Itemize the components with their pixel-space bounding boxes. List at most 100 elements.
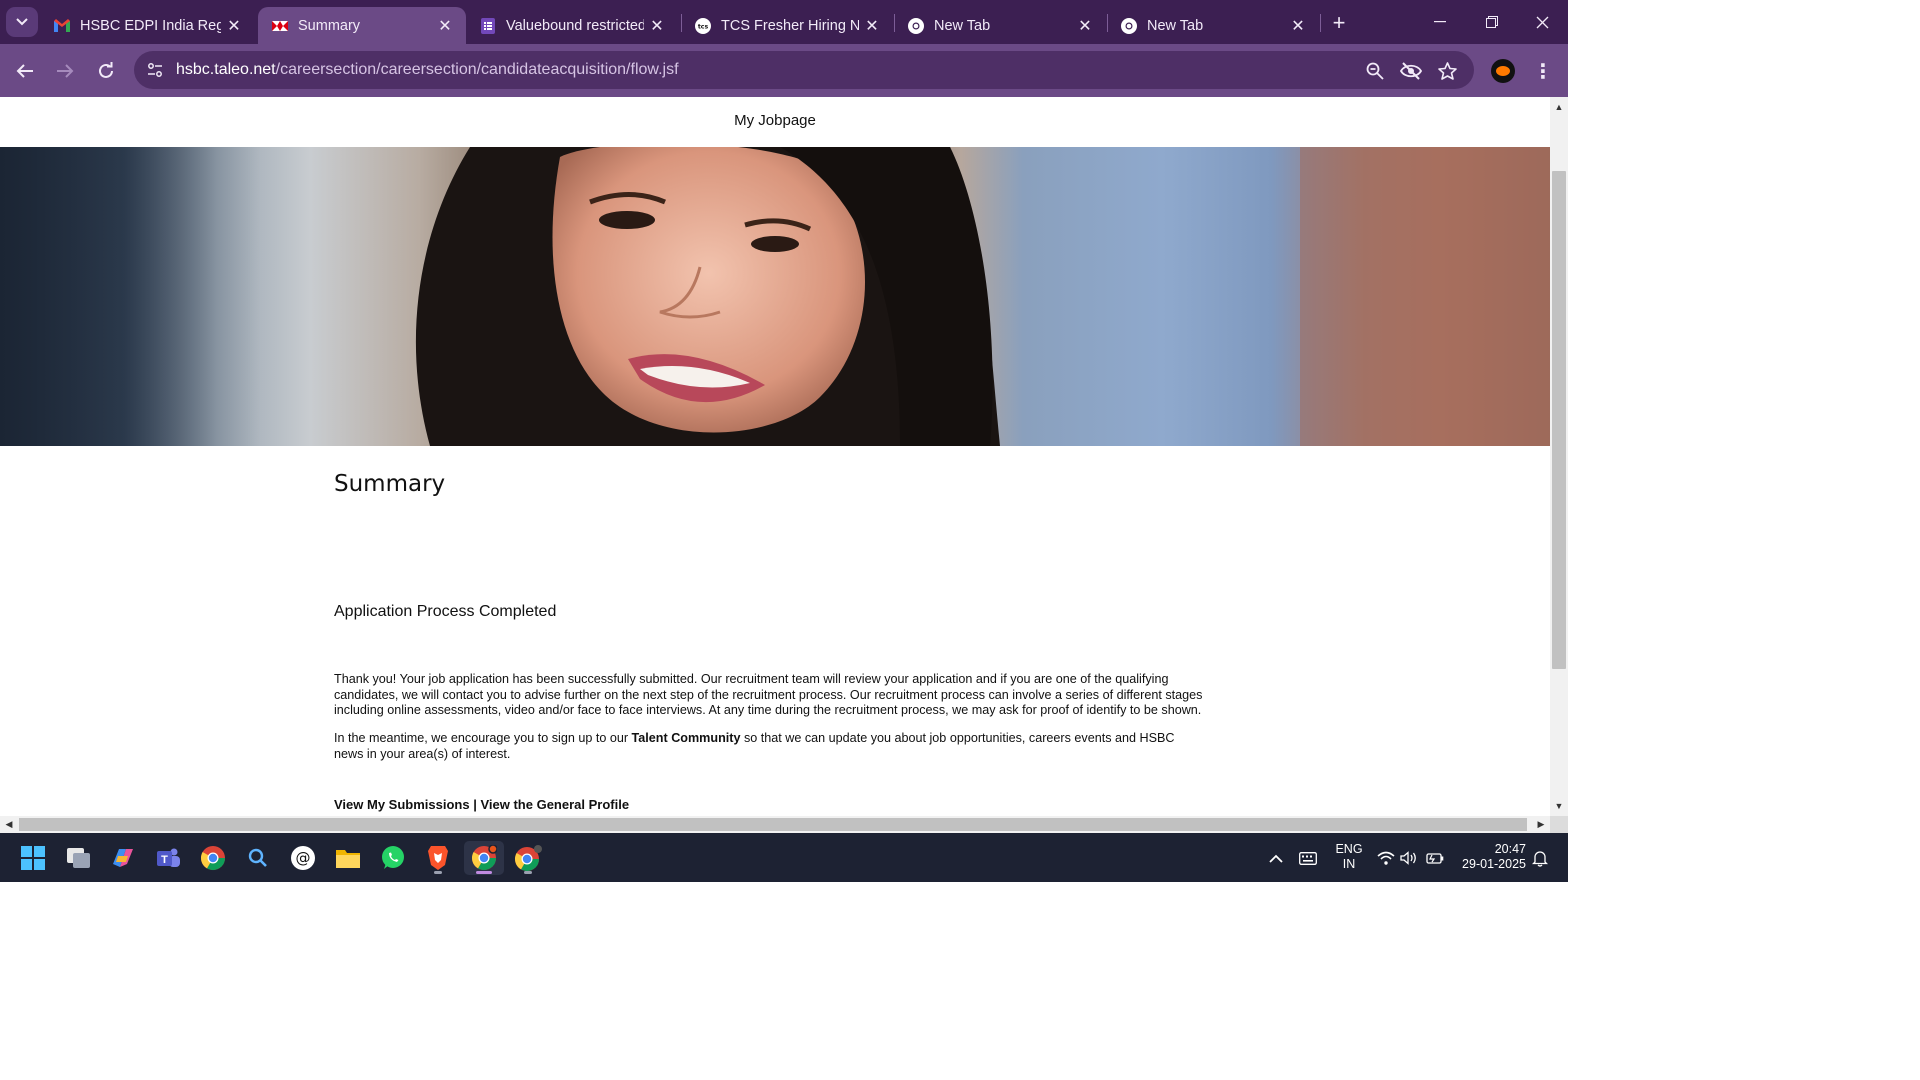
keyboard-icon[interactable] (1298, 848, 1318, 868)
tab-tcs[interactable]: tcs TCS Fresher Hiring NQ ✕ (681, 7, 893, 44)
view-my-submissions-link[interactable]: View My Submissions (334, 797, 470, 812)
tab-title: Valuebound restricted (506, 17, 644, 34)
windows-taskbar: T @ ENG IN 20:47 29-01-2025 (0, 833, 1568, 882)
confirmation-paragraph: Thank you! Your job application has been… (334, 672, 1203, 718)
menu-kebab-icon[interactable]: ⋮ (1533, 58, 1553, 84)
view-general-profile-link[interactable]: View the General Profile (480, 797, 629, 812)
search-icon[interactable] (241, 841, 275, 875)
talent-community-link[interactable]: Talent Community (632, 731, 741, 745)
tab-title: New Tab (1147, 17, 1204, 34)
battery-icon[interactable] (1425, 848, 1445, 868)
page-title: Summary (334, 471, 446, 497)
chrome-icon (908, 17, 924, 34)
my-jobpage-link[interactable]: My Jobpage (0, 112, 1550, 129)
hero-banner-image (0, 147, 1550, 446)
scrollbar-thumb[interactable] (19, 818, 1527, 831)
close-icon[interactable]: ✕ (1285, 13, 1311, 39)
whatsapp-icon[interactable] (376, 841, 410, 875)
address-bar[interactable]: hsbc.taleo.net/careersection/careersecti… (134, 51, 1474, 89)
restore-button[interactable] (1466, 0, 1518, 44)
url-path: /careersection/careersection/candidateac… (275, 61, 679, 78)
chrome-icon[interactable] (196, 841, 230, 875)
threads-icon[interactable]: @ (286, 841, 320, 875)
svg-text:tcs: tcs (698, 23, 709, 30)
url-host: hsbc.taleo.net (176, 61, 276, 78)
tab-title: Summary (298, 17, 361, 34)
action-links: View My Submissions | View the General P… (334, 797, 629, 812)
restore-icon (1486, 16, 1498, 28)
close-icon[interactable]: ✕ (432, 13, 458, 39)
tab-new-tab-2[interactable]: New Tab ✕ (1107, 7, 1319, 44)
clock-date: 29-01-2025 (1462, 857, 1526, 871)
url-text[interactable]: hsbc.taleo.net/careersection/careersecti… (176, 61, 679, 79)
volume-icon[interactable] (1399, 848, 1419, 868)
clock[interactable]: 20:47 29-01-2025 (1454, 842, 1526, 872)
site-info-icon[interactable] (142, 57, 168, 83)
tab-hsbc-edpi[interactable]: HSBC EDPI India Regis ✕ (40, 7, 255, 44)
copilot-icon[interactable] (106, 841, 140, 875)
svg-text:@: @ (296, 849, 311, 867)
chevron-up-icon[interactable] (1266, 848, 1286, 868)
bookmark-star-icon[interactable] (1436, 60, 1458, 82)
close-icon[interactable]: ✕ (644, 13, 670, 39)
minimize-button[interactable] (1414, 0, 1466, 44)
tab-summary[interactable]: Summary ✕ (258, 7, 466, 44)
profile-avatar[interactable] (1491, 59, 1515, 83)
back-arrow-icon (16, 64, 33, 78)
section-title: Application Process Completed (334, 603, 557, 620)
tab-search-button[interactable] (6, 7, 38, 37)
forward-button[interactable] (50, 56, 80, 86)
browser-toolbar: hsbc.taleo.net/careersection/careersecti… (0, 44, 1568, 97)
clock-time: 20:47 (1494, 842, 1526, 856)
file-explorer-icon[interactable] (331, 841, 365, 875)
plus-icon: + (1332, 10, 1346, 35)
close-window-button[interactable] (1516, 0, 1568, 44)
scrollbar-corner (1550, 816, 1568, 833)
horizontal-scrollbar[interactable]: ◀ ▶ (0, 816, 1550, 833)
scrollbar-thumb[interactable] (1552, 171, 1566, 669)
start-icon[interactable] (16, 841, 50, 875)
tab-strip: HSBC EDPI India Regis ✕ Summary ✕ Valueb… (0, 0, 1568, 44)
scroll-right-arrow-icon[interactable]: ▶ (1532, 816, 1550, 833)
scroll-up-arrow-icon[interactable]: ▲ (1550, 99, 1568, 115)
brave-icon[interactable] (421, 841, 455, 875)
minimize-icon (1434, 21, 1446, 23)
task-view-icon[interactable] (62, 841, 96, 875)
back-button[interactable] (10, 56, 40, 86)
zoom-icon[interactable] (1364, 60, 1386, 82)
tab-new-tab-1[interactable]: New Tab ✕ (894, 7, 1106, 44)
tab-title: HSBC EDPI India Regis (80, 17, 221, 34)
language-indicator[interactable]: ENG IN (1330, 842, 1368, 872)
close-icon[interactable]: ✕ (1072, 13, 1098, 39)
reload-button[interactable] (91, 56, 121, 86)
tab-title: New Tab (934, 17, 991, 34)
hsbc-icon (272, 18, 288, 34)
taskbar-indicator (476, 871, 492, 874)
tab-valuebound[interactable]: Valuebound restricted ✕ (466, 7, 678, 44)
page-viewport: My Jobpage Summary Application Process C… (0, 97, 1550, 816)
new-tab-button[interactable]: + (1324, 9, 1354, 37)
talent-community-paragraph: In the meantime, we encourage you to sig… (334, 731, 1204, 762)
svg-text:T: T (161, 854, 168, 866)
chrome-profile-icon[interactable] (511, 841, 545, 875)
taskbar-indicator (434, 871, 442, 874)
tab-separator (1320, 14, 1321, 32)
close-icon[interactable]: ✕ (221, 13, 247, 39)
teams-icon[interactable]: T (151, 841, 185, 875)
chrome-icon (1121, 17, 1137, 34)
close-icon[interactable]: ✕ (859, 13, 885, 39)
forms-icon (480, 17, 496, 34)
paragraph-text: In the meantime, we encourage you to sig… (334, 731, 632, 745)
notification-bell-icon[interactable] (1530, 848, 1550, 868)
chrome-active-icon[interactable] (464, 841, 504, 875)
gmail-icon (54, 18, 70, 34)
scroll-down-arrow-icon[interactable]: ▼ (1550, 798, 1568, 814)
tcs-icon: tcs (695, 17, 711, 34)
scroll-left-arrow-icon[interactable]: ◀ (0, 816, 18, 833)
eye-off-icon[interactable] (1400, 60, 1422, 82)
chevron-down-icon (16, 18, 28, 26)
vertical-scrollbar[interactable]: ▲ ▼ (1550, 97, 1568, 816)
region-code: IN (1342, 857, 1356, 871)
wifi-icon[interactable] (1376, 848, 1396, 868)
taskbar-indicator (524, 871, 532, 874)
